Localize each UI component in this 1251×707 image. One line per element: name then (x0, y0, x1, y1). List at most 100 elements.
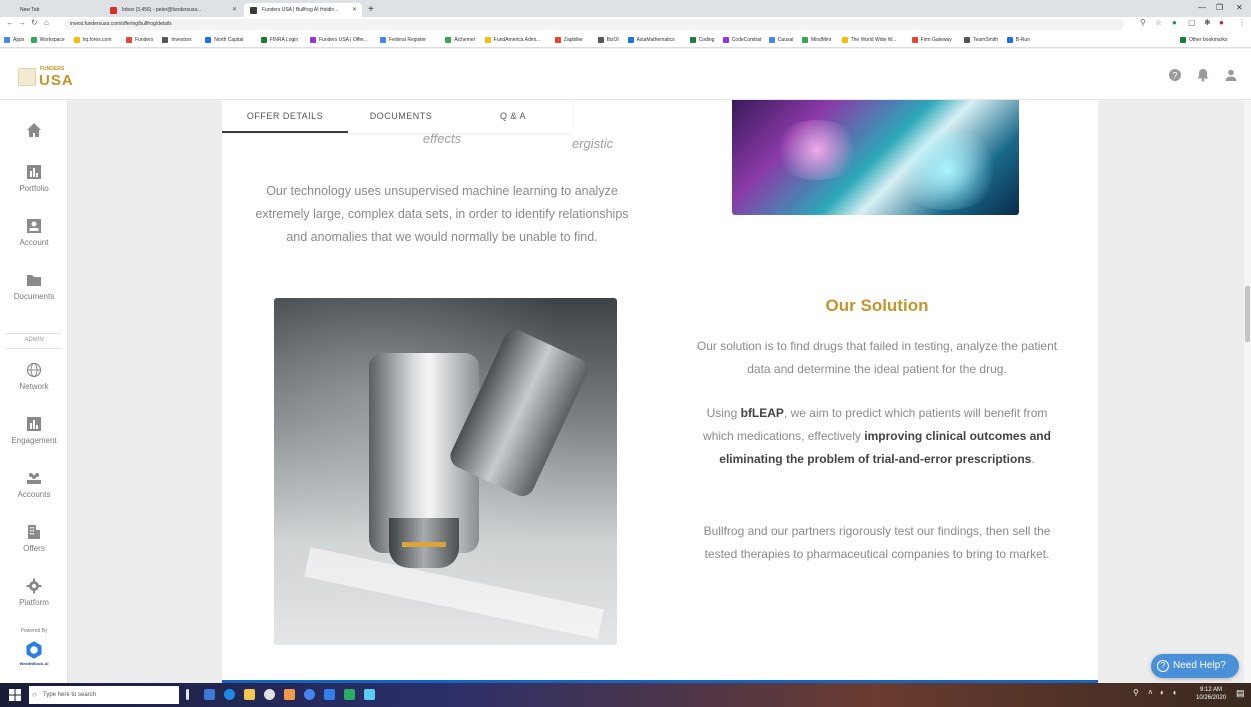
sidebar-item-accounts[interactable]: Accounts (0, 470, 68, 499)
task-view-icon[interactable] (204, 689, 215, 700)
notifications-icon[interactable]: ▤ (1236, 688, 1245, 699)
network-icon[interactable]: ◐ (1160, 688, 1165, 697)
need-help-button[interactable]: ? Need Help? (1151, 654, 1239, 678)
people-icon (27, 473, 41, 484)
sidebar-item-account[interactable]: Account (0, 218, 68, 247)
bookmark-item[interactable]: Investors (162, 35, 192, 45)
reload-icon[interactable]: ↻ (31, 18, 38, 27)
bookmark-item[interactable]: Apps (4, 35, 24, 45)
close-window-icon[interactable]: ✕ (1236, 3, 1243, 12)
bookmark-item[interactable]: Funders (126, 35, 153, 45)
bookmark-item[interactable]: AsiaMathematics (627, 35, 675, 45)
bookmark-item[interactable]: Funders USA | Offer... (310, 35, 368, 45)
bookmark-icon (964, 37, 970, 43)
bookmark-item[interactable]: B-Run (1006, 35, 1030, 45)
sidebar-item-platform[interactable]: Platform (0, 578, 68, 607)
extension-icon[interactable]: ▢ (1188, 18, 1196, 27)
gmail-icon (110, 7, 117, 14)
bookmark-item[interactable]: FundAmerica Admi... (484, 35, 540, 45)
browser-tab[interactable]: New Tab (2, 3, 102, 17)
question-icon: ? (1157, 660, 1169, 672)
app-header (0, 49, 1251, 100)
zoom-icon[interactable]: ⚲ (1140, 18, 1146, 27)
bookmark-item[interactable]: Coding (689, 35, 714, 45)
menu-icon[interactable]: ⋮ (1238, 18, 1246, 27)
tab-q-and-a[interactable]: Q & A (454, 100, 572, 133)
bookmark-item[interactable]: FINRA Login (260, 35, 298, 45)
sidebar-item-offers[interactable]: Offers (0, 524, 68, 553)
tab-offer-details[interactable]: OFFER DETAILS (222, 100, 348, 133)
abstract-image (732, 100, 1019, 215)
page-scrollbar[interactable] (1244, 100, 1251, 683)
back-icon[interactable]: ← (6, 18, 14, 27)
bookmark-item[interactable]: MindMint (802, 35, 831, 45)
tray-chevron-icon[interactable]: ˄ (1148, 688, 1153, 697)
bookmark-item[interactable]: Other bookmarks (1180, 35, 1227, 45)
url-input[interactable]: invest.fundersusa.com/offering/bullfrog/… (64, 19, 1124, 30)
bookmark-item[interactable]: Workspace (30, 35, 65, 45)
bookmark-icon (445, 37, 452, 43)
minimize-icon[interactable]: — (1198, 3, 1206, 12)
forward-icon[interactable]: → (18, 18, 26, 27)
bookmark-item[interactable]: North Capital (205, 35, 243, 45)
app-icon[interactable] (344, 689, 355, 700)
wealthblock-logo[interactable]: WealthBlock.AI (0, 640, 68, 666)
help-icon[interactable]: ? (1166, 68, 1184, 86)
volume-icon[interactable]: ◖ (1172, 688, 1177, 697)
clipped-heading: ergistic (572, 136, 614, 151)
close-icon[interactable]: ✕ (352, 3, 357, 17)
address-bar-row: ← → ↻ ⌂ invest.fundersusa.com/offering/b… (0, 17, 1251, 32)
offer-tabs: OFFER DETAILS DOCUMENTS Q & A (222, 100, 572, 133)
sidebar-item-home[interactable] (0, 122, 68, 138)
offer-page: OFFER DETAILS DOCUMENTS Q & A ergistic e… (222, 100, 1098, 683)
bell-icon[interactable] (1194, 68, 1212, 86)
bookmark-icon (554, 37, 561, 43)
clock[interactable]: 9:12 AM 10/26/2020 (1196, 686, 1226, 702)
mail-icon[interactable] (324, 689, 335, 700)
bookmark-icon (1180, 37, 1186, 43)
bookmark-item[interactable]: Zapbiller (554, 35, 583, 45)
new-tab-button[interactable]: + (364, 3, 380, 17)
browser-tab[interactable]: Inbox (3,456) - peter@fundersusa... ✕ (104, 3, 242, 17)
people-tray-icon[interactable]: ⚲ (1133, 688, 1139, 697)
bookmark-item[interactable]: BizOI (597, 35, 619, 45)
sidebar-item-engagement[interactable]: Engagement (0, 416, 68, 445)
bookmark-item[interactable]: Firm Gateway (911, 35, 952, 45)
app-icon[interactable] (284, 689, 295, 700)
chart-icon (27, 417, 41, 431)
scrollbar-thumb[interactable] (1245, 286, 1250, 342)
sidebar-item-network[interactable]: Network (0, 362, 68, 391)
star-icon[interactable]: ☆ (1155, 18, 1162, 27)
profile-icon[interactable]: ● (1219, 18, 1224, 27)
funders-icon (250, 7, 257, 14)
bookmark-icon (260, 37, 267, 43)
extension-icon[interactable]: ● (1172, 18, 1177, 27)
app-icon[interactable] (304, 689, 315, 700)
close-icon[interactable]: ✕ (232, 3, 237, 17)
maximize-icon[interactable]: ❐ (1216, 3, 1223, 12)
edge-icon[interactable] (224, 689, 235, 700)
sidebar-item-documents[interactable]: Documents (0, 272, 68, 301)
windows-start-icon[interactable] (9, 689, 21, 701)
bookmark-item[interactable]: Federal Register (380, 35, 426, 45)
chrome-icon[interactable] (264, 689, 275, 700)
mic-icon[interactable] (186, 689, 189, 700)
bookmark-item[interactable]: CodeCombat (722, 35, 761, 45)
home-icon[interactable]: ⌂ (44, 18, 49, 27)
funders-usa-logo[interactable]: FUNDERS USA (18, 64, 88, 92)
bookmark-icon (205, 37, 212, 43)
taskbar-search[interactable]: ○ Type here to search (29, 686, 179, 704)
tab-documents[interactable]: DOCUMENTS (348, 100, 454, 133)
file-explorer-icon[interactable] (244, 689, 255, 700)
user-icon[interactable] (1222, 68, 1240, 86)
bookmark-item[interactable]: Causal (768, 35, 793, 45)
bookmark-icon (126, 37, 132, 43)
bookmark-item[interactable]: The World Wide W... (841, 35, 896, 45)
browser-tab-active[interactable]: Funders USA | Bullfrog AI Holdin... ✕ (244, 3, 362, 17)
sidebar-item-portfolio[interactable]: Portfolio (0, 164, 68, 193)
bookmark-item[interactable]: hq.fores.com (73, 35, 112, 45)
bookmark-item[interactable]: TeamSmith (964, 35, 998, 45)
extension-icon[interactable]: ✱ (1204, 18, 1211, 27)
app-icon[interactable] (364, 689, 375, 700)
bookmark-item[interactable]: Alchemer (445, 35, 475, 45)
